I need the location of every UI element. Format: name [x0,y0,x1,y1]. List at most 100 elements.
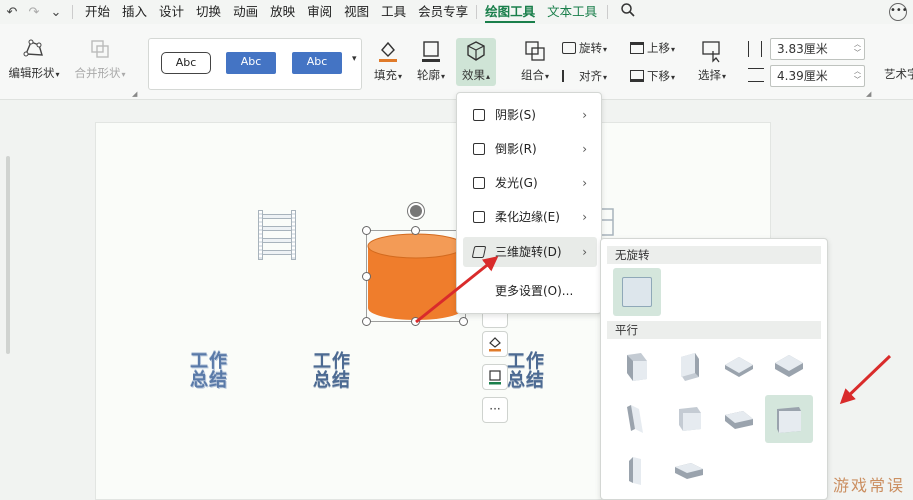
ladder-shape[interactable] [256,210,298,260]
tab-home[interactable]: 开始 [79,0,116,24]
combine-button[interactable]: 组合▾ [516,38,554,83]
chevron-right-icon: › [582,142,587,156]
art-text-button[interactable]: 艺术字 [884,66,913,82]
cube-effects-icon [467,41,485,61]
wordart-text-2[interactable]: 工作 总结 [313,352,351,390]
style-gallery-more-icon[interactable]: ▾ [352,54,357,64]
wordart-line: 工作 [507,351,545,372]
tab-member[interactable]: 会员专享 [412,0,474,24]
tab-design[interactable]: 设计 [153,0,190,24]
tab-view[interactable]: 视图 [338,0,375,24]
bring-forward-button[interactable]: 上移▾ [630,40,690,56]
tab-review[interactable]: 审阅 [301,0,338,24]
preset-parallel-5[interactable] [613,395,661,443]
tab-tools[interactable]: 工具 [375,0,412,24]
menu-item-soft-edges[interactable]: 柔化边缘(E) › [463,202,597,232]
tab-transitions[interactable]: 切换 [190,0,227,24]
menu-item-glow[interactable]: 发光(G) › [463,168,597,198]
left-scroll-rail[interactable] [6,156,10,354]
resize-handle-s[interactable] [411,317,420,326]
edit-shape-button[interactable]: 编辑形状▾ [4,36,64,81]
tab-insert[interactable]: 插入 [116,0,153,24]
send-backward-button[interactable]: 下移▾ [630,68,690,84]
width-value: 4.39厘米 [777,69,828,83]
preset-parallel-10[interactable] [665,447,713,495]
height-input[interactable]: 3.83厘米 ︿ ﹀ [770,38,865,60]
resize-handle-nw[interactable] [362,226,371,235]
resize-handle-se[interactable] [459,317,468,326]
size-launcher-icon[interactable]: ◢ [866,90,871,98]
undo-icon[interactable]: ↶ [2,5,22,20]
menu-item-reflection[interactable]: 倒影(R) › [463,134,597,164]
preset-parallel-8[interactable] [765,395,813,443]
align-button[interactable]: 对齐▾ [562,68,622,84]
redo-icon[interactable]: ↷ [24,5,44,20]
float-fill-button[interactable] [482,331,508,357]
select-label: 选择 [697,68,721,82]
bring-forward-label: 上移 [647,41,670,55]
more-options-icon[interactable]: ••• [889,3,908,21]
effects-dropdown-menu: 阴影(S) › 倒影(R) › 发光(G) › 柔化边缘(E) › 三维旋转(D… [456,92,602,314]
menu-item-3d-rotation[interactable]: 三维旋转(D) › [463,237,597,267]
preset-parallel-7[interactable] [715,395,763,443]
send-backward-icon [630,70,644,82]
outline-button[interactable]: 轮廓▾ [413,38,449,83]
wordart-text-3[interactable]: 工作 总结 [507,352,545,390]
tab-text-tools[interactable]: 文本工具 [541,0,603,24]
group-launcher-icon[interactable]: ◢ [132,90,137,98]
rotate-button[interactable]: 旋转▾ [562,40,622,56]
tab-animation[interactable]: 动画 [227,0,264,24]
preset-parallel-9[interactable] [613,447,661,495]
chevron-right-icon: › [582,108,587,122]
float-more-button[interactable]: ··· [482,397,508,423]
menu-item-label: 倒影(R) [495,142,537,156]
edit-shape-icon [23,39,43,57]
wordart-line: 总结 [190,370,228,391]
shape-style-outline[interactable]: Abc [161,52,211,74]
tab-drawing-tools[interactable]: 绘图工具 [479,0,541,24]
select-button[interactable]: 选择▾ [694,38,730,83]
merge-shape-label: 合并形状 [74,66,121,80]
preset-cube-icon [675,463,703,479]
preset-cube-icon [627,405,643,433]
resize-handle-w[interactable] [362,272,371,281]
rotate-handle[interactable] [408,203,424,219]
wordart-text-1[interactable]: 工作 总结 [190,352,228,390]
preset-parallel-1[interactable] [613,343,661,391]
preset-parallel-2[interactable] [665,343,713,391]
preset-no-rotation[interactable] [613,268,661,316]
section-parallel: 平行 [607,321,821,339]
fill-label: 填充 [373,68,397,82]
no-rotation-square-icon [622,277,652,307]
width-input[interactable]: 4.39厘米 ︿ ﹀ [770,65,865,87]
chevron-right-icon: › [582,176,587,190]
height-spinner-icon[interactable]: ︿ ﹀ [854,40,861,58]
resize-handle-n[interactable] [411,226,420,235]
shape-style-filled-2[interactable]: Abc [292,52,342,74]
menu-item-more-settings[interactable]: 更多设置(O)... [463,276,597,306]
merge-shape-button[interactable]: 合并形状▾ [70,36,130,81]
preset-cube-icon [627,353,647,381]
fill-button[interactable]: 填充▾ [370,38,406,83]
shape-style-filled-1[interactable]: Abc [226,52,276,74]
search-icon[interactable] [620,2,636,22]
menu-item-shadow[interactable]: 阴影(S) › [463,100,597,130]
effects-label: 效果 [461,68,485,82]
preset-parallel-6[interactable] [665,395,713,443]
cylinder-shape-selected[interactable] [366,230,466,322]
preset-cube-icon [775,355,803,377]
outline-icon [489,370,501,385]
preset-parallel-4[interactable] [765,343,813,391]
width-spinner-icon[interactable]: ︿ ﹀ [854,67,861,85]
section-no-rotation: 无旋转 [607,246,821,264]
chevron-right-icon: › [582,245,587,259]
preset-cube-icon [681,353,699,381]
effects-button[interactable]: 效果▴ [456,38,496,83]
resize-handle-sw[interactable] [362,317,371,326]
ribbon: 编辑形状▾ 合并形状▾ ◢ Abc Abc Abc ▾ 填充▾ 轮廓▾ 效果▴ … [0,24,913,100]
customize-dropdown-icon[interactable]: ⌄ [46,5,66,20]
float-outline-button[interactable] [482,364,508,390]
combine-label: 组合 [520,68,544,82]
preset-parallel-3[interactable] [715,343,763,391]
tab-slideshow[interactable]: 放映 [264,0,301,24]
